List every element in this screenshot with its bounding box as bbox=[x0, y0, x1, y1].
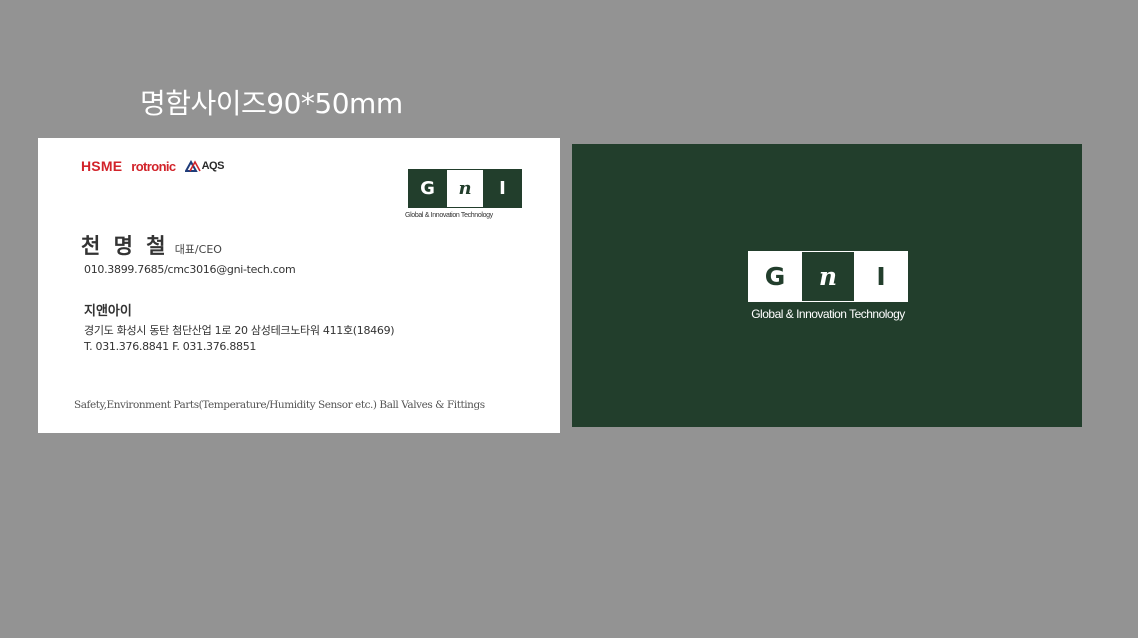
logo-large-tagline: Global & Innovation Technology bbox=[751, 307, 905, 321]
aqs-logo-text: AQS bbox=[201, 160, 225, 172]
logo-large-letter-i: I bbox=[855, 252, 907, 301]
gni-logo-small: G n I Global & Innovation Technology bbox=[405, 169, 522, 219]
contact-line: 010.3899.7685/cmc3016@gni-tech.com bbox=[84, 263, 296, 276]
name-row: 천 명 철 대표/CEO bbox=[81, 230, 222, 260]
rotronic-logo: rotronic bbox=[131, 158, 176, 174]
partner-brand-logos: HSME rotronic AQS bbox=[81, 158, 224, 174]
page-heading: 명함사이즈90*50mm bbox=[140, 87, 403, 120]
gni-logo-mark-large: G n I bbox=[748, 251, 908, 302]
product-line: Safety,Environment Parts(Temperature/Hum… bbox=[74, 399, 485, 411]
logo-tagline: Global & Innovation Technology bbox=[405, 212, 493, 219]
logo-large-letter-g: G bbox=[749, 252, 801, 301]
person-name: 천 명 철 bbox=[81, 234, 169, 258]
gni-logo-mark: G n I bbox=[408, 169, 522, 208]
gni-logo-large: G n I Global & Innovation Technology bbox=[748, 251, 908, 321]
logo-letter-g: G bbox=[409, 170, 446, 207]
company-address: 경기도 화성시 동탄 첨단산업 1로 20 삼성테크노타워 411호(18469… bbox=[84, 324, 395, 337]
logo-letter-i: I bbox=[484, 170, 521, 207]
logo-letter-n: n bbox=[446, 170, 484, 207]
business-card-front: HSME rotronic AQS G n I Global & Innovat… bbox=[38, 138, 560, 433]
aqs-logo: AQS bbox=[184, 160, 225, 172]
logo-large-letter-n: n bbox=[801, 252, 855, 301]
company-name: 지앤아이 bbox=[84, 304, 132, 319]
phone-fax-line: T. 031.376.8841 F. 031.376.8851 bbox=[84, 340, 257, 353]
aqs-triangle-icon bbox=[184, 160, 201, 172]
business-card-back: G n I Global & Innovation Technology bbox=[572, 144, 1082, 427]
person-title: 대표/CEO bbox=[174, 243, 222, 256]
hsme-logo: HSME bbox=[81, 158, 123, 174]
